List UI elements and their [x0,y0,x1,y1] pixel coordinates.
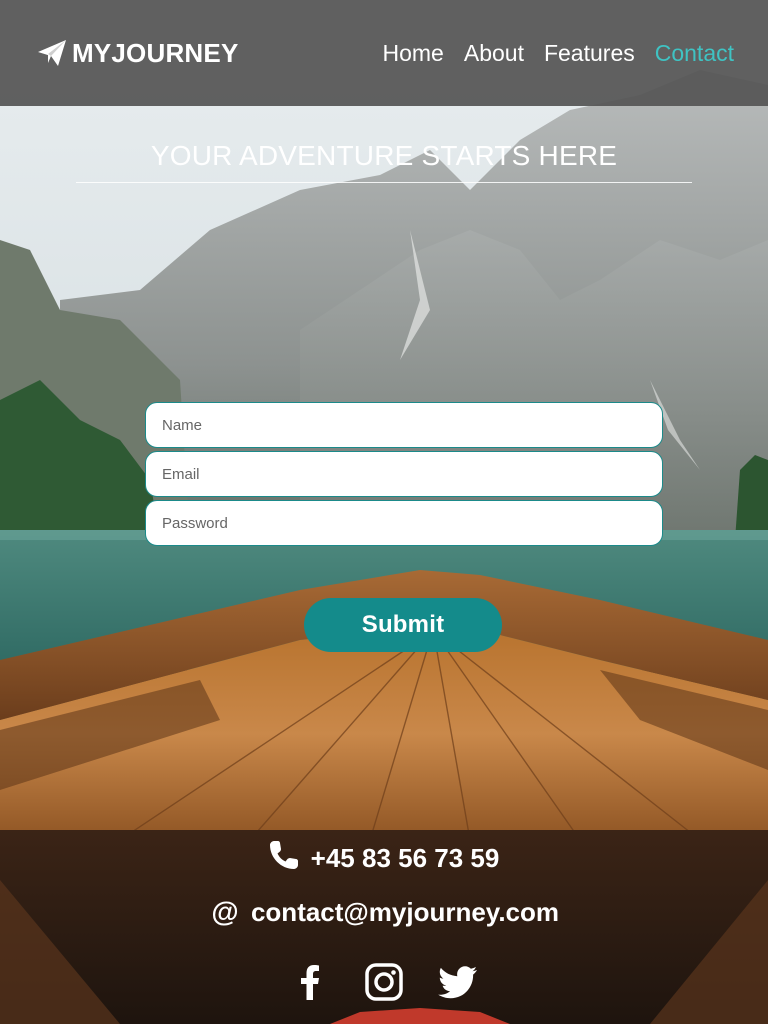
name-input[interactable] [145,402,663,448]
password-input[interactable] [145,500,663,546]
phone-icon [267,838,301,879]
brand-name: MYJOURNEY [72,37,239,68]
contact-form [145,402,663,549]
nav-link-contact[interactable]: Contact [655,40,734,66]
social-links [0,960,768,1004]
facebook-icon[interactable] [288,960,332,1004]
submit-button[interactable]: Submit [304,598,502,652]
instagram-icon[interactable] [362,960,406,1004]
email-row: @ contact@myjourney.com [0,890,768,934]
contact-page: MYJOURNEY Home About Features Contact YO… [0,0,768,1024]
email-link[interactable]: contact@myjourney.com [251,897,559,928]
phone-number-link[interactable]: +45 83 56 73 59 [311,843,500,874]
submit-wrap: Submit [304,598,502,652]
email-input[interactable] [145,451,663,497]
contact-info: +45 83 56 73 59 @ contact@myjourney.com [0,836,768,1004]
hero-title-wrap: YOUR ADVENTURE STARTS HERE [76,140,692,183]
paper-plane-icon [36,37,68,69]
navbar: MYJOURNEY Home About Features Contact [0,0,768,106]
nav-link-home[interactable]: Home [383,40,444,66]
at-sign-icon: @ [211,896,239,927]
phone-row: +45 83 56 73 59 [0,836,768,880]
nav-link-features[interactable]: Features [544,40,635,66]
hero-title: YOUR ADVENTURE STARTS HERE [76,140,692,183]
nav-menu: Home About Features Contact [383,40,735,67]
brand-logo-link[interactable]: MYJOURNEY [36,37,239,69]
twitter-icon[interactable] [436,960,480,1004]
nav-link-about[interactable]: About [464,40,524,66]
